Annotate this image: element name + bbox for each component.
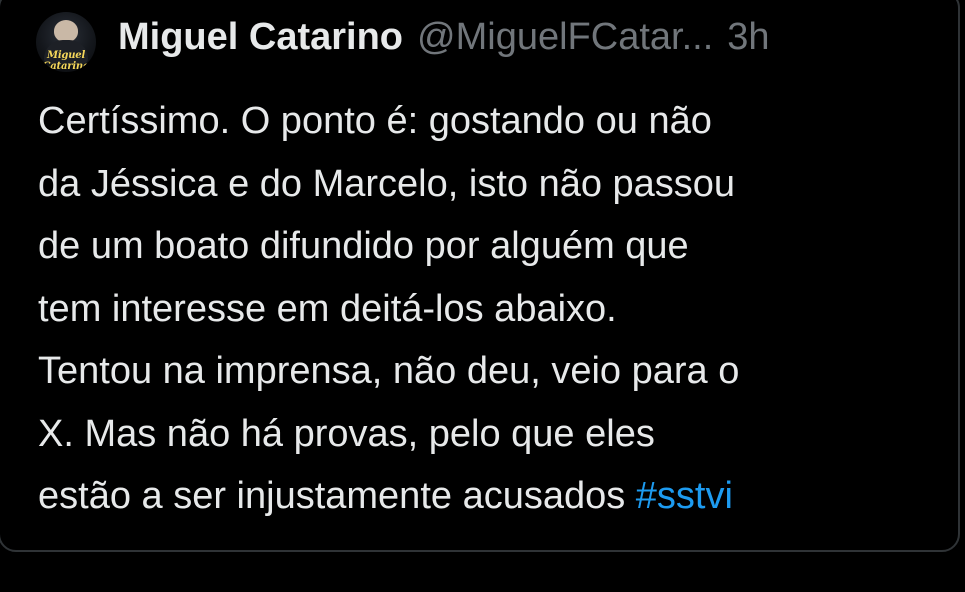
tweet-text-line: de um boato difundido por alguém que bbox=[38, 225, 689, 267]
author-display-name[interactable]: Miguel Catarino bbox=[118, 16, 403, 59]
author-avatar[interactable]: Miguel Catarino bbox=[36, 12, 96, 72]
tweet-text: Certíssimo. O ponto é: gostando ou não d… bbox=[38, 90, 938, 528]
tweet-text-line-last: estão a ser injustamente acusados #sstvi bbox=[38, 465, 938, 528]
tweet-text-line-content: estão a ser injustamente acusados bbox=[38, 475, 636, 517]
tweet-text-line: Certíssimo. O ponto é: gostando ou não bbox=[38, 100, 712, 142]
hashtag-link[interactable]: #sstvi bbox=[636, 475, 733, 517]
avatar-logo: Miguel Catarino bbox=[42, 50, 90, 72]
tweet-header: Miguel Catarino @MiguelFCatar... 3h bbox=[118, 16, 770, 70]
tweet-text-line: tem interesse em deitá-los abaixo. bbox=[38, 287, 617, 330]
tweet-text-line: da Jéssica e do Marcelo, isto não passou bbox=[38, 162, 736, 205]
tweet-timestamp[interactable]: 3h bbox=[727, 16, 769, 59]
tweet-text-line: Tentou na imprensa, não deu, veio para o bbox=[38, 350, 740, 392]
avatar-face bbox=[54, 20, 78, 42]
tweet-text-line: X. Mas não há provas, pelo que eles bbox=[38, 412, 655, 455]
author-handle[interactable]: @MiguelFCatar... bbox=[417, 16, 713, 59]
